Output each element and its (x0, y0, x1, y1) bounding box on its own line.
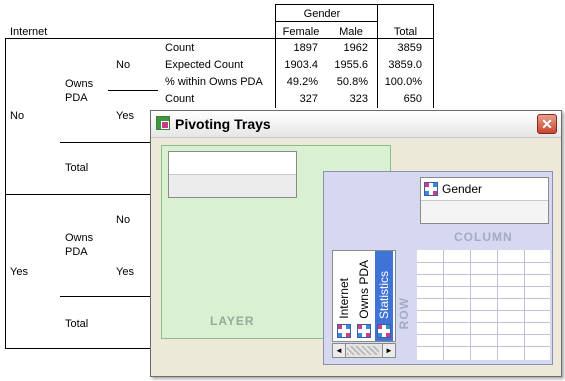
inner-yes-2: Yes (116, 266, 134, 278)
table-border-bottom (5, 348, 150, 349)
total-value: 100.0% (384, 76, 422, 88)
row-item-owns-pda[interactable]: Owns PDA (355, 251, 373, 341)
pivoting-trays-dialog: Pivoting Trays ✕ LAYER Gender COLUMN Int… (150, 110, 562, 377)
inner-no-1: No (116, 59, 131, 71)
total-value: 650 (403, 93, 422, 105)
table-border-right (433, 4, 434, 108)
row-scrollbar[interactable]: ◄ ► (332, 343, 396, 358)
pivot-trays-icon (156, 116, 170, 130)
row-divider (60, 296, 150, 297)
stat-label: Count (165, 42, 195, 54)
outer-no: No (10, 110, 25, 122)
column-item-gender[interactable]: Gender (421, 178, 548, 201)
col-divider (275, 4, 276, 108)
female-value: 1903.4 (284, 59, 318, 71)
owns-pda-label-2a: Owns (65, 232, 94, 244)
pivot-panel: Gender COLUMN Internet Owns PDA Statisti… (323, 171, 553, 365)
female-value: 327 (299, 93, 318, 105)
outer-yes: Yes (10, 266, 28, 278)
male-value: 1955.6 (334, 59, 368, 71)
owns-pda-label-1b: PDA (65, 92, 88, 104)
row-item-label: Internet (337, 278, 351, 319)
col-divider (377, 4, 378, 108)
header-bottom-line (5, 38, 433, 39)
scroll-right-arrow-icon[interactable]: ► (382, 344, 395, 357)
field-icon (357, 324, 371, 338)
close-button[interactable]: ✕ (537, 114, 557, 134)
dialog-title: Pivoting Trays (175, 116, 271, 132)
row-divider (5, 194, 150, 195)
scroll-left-arrow-icon[interactable]: ◄ (333, 344, 346, 357)
male-value: 50.8% (336, 76, 368, 88)
owns-pda-label-2b: PDA (65, 246, 88, 258)
internet-header: Internet (10, 26, 48, 38)
total-value: 3859.0 (388, 59, 422, 71)
row-item-statistics[interactable]: Statistics (375, 251, 393, 341)
total-value: 3859 (397, 42, 422, 54)
owns-pda-label-1a: Owns (65, 78, 94, 90)
layer-label: LAYER (210, 314, 255, 328)
male-value: 323 (349, 93, 368, 105)
column-label: COLUMN (454, 230, 513, 244)
close-icon: ✕ (541, 116, 553, 132)
row-item-label: Owns PDA (357, 260, 371, 319)
column-item-label: Gender (442, 182, 483, 196)
gender-underline (275, 21, 377, 22)
table-border-top (275, 4, 433, 5)
layer-slot (169, 152, 296, 175)
row-item-internet[interactable]: Internet (335, 251, 353, 341)
inner-total-2: Total (65, 318, 89, 330)
row-label: ROW (397, 297, 411, 330)
female-value: 49.2% (286, 76, 318, 88)
row-drop-box[interactable]: Internet Owns PDA Statistics (332, 250, 396, 342)
total-header: Total (393, 26, 418, 38)
scroll-thumb[interactable] (347, 346, 379, 355)
data-cell-grid (417, 250, 550, 360)
row-divider (60, 142, 150, 143)
female-header: Female (282, 26, 320, 38)
female-value: 1897 (293, 42, 318, 54)
field-icon (377, 324, 391, 338)
column-drop-box[interactable]: Gender (420, 177, 549, 224)
stat-label: Count (165, 93, 195, 105)
male-value: 1962 (343, 42, 368, 54)
stat-label: Expected Count (165, 59, 244, 71)
row-divider (108, 90, 158, 91)
dialog-titlebar[interactable]: Pivoting Trays ✕ (151, 111, 561, 138)
male-header: Male (339, 26, 363, 38)
gender-header: Gender (303, 8, 341, 20)
layer-drop-box[interactable] (168, 151, 297, 198)
row-item-label: Statistics (377, 270, 391, 319)
field-icon (424, 182, 438, 196)
inner-no-2: No (116, 214, 131, 226)
table-border-left (5, 38, 6, 349)
inner-total-1: Total (65, 162, 89, 174)
inner-yes-1: Yes (116, 110, 134, 122)
stat-label: % within Owns PDA (165, 76, 263, 88)
field-icon (337, 324, 351, 338)
